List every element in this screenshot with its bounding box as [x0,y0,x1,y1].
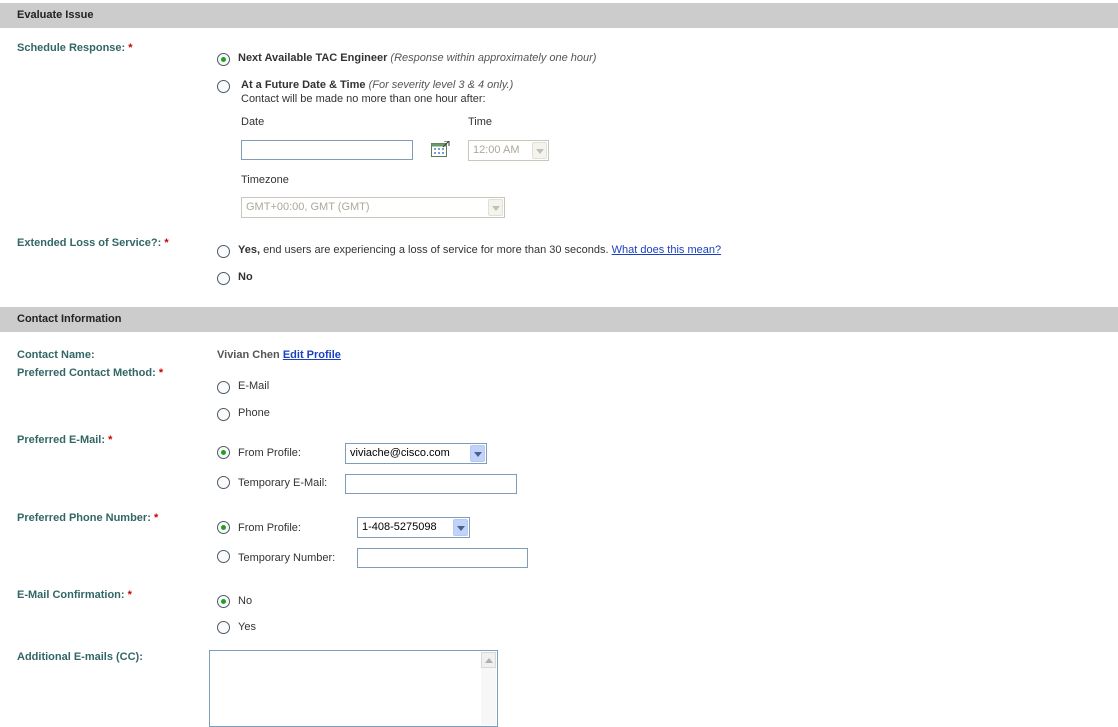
additional-emails-textarea[interactable] [209,650,498,727]
temporary-email-input[interactable] [345,474,517,494]
contact-name-value: Vivian Chen Edit Profile [217,349,341,361]
chevron-down-icon [453,519,468,536]
radio-extended-yes[interactable] [217,245,230,258]
additional-emails-label: Additional E-mails (CC): [17,651,143,663]
calendar-icon[interactable] [431,141,450,158]
schedule-response-label: Schedule Response: * [17,42,133,54]
option-phone-temporary: Temporary Number: [238,552,336,564]
edit-profile-link[interactable]: Edit Profile [283,349,341,361]
contact-name-label: Contact Name: [17,349,95,361]
what-does-this-mean-link[interactable]: What does this mean? [612,244,721,256]
required-marker: * [153,512,159,524]
radio-email-temporary[interactable] [217,476,230,489]
section-header-contact-information: Contact Information [0,307,1118,332]
timezone-label: Timezone [241,174,289,186]
phone-profile-select[interactable]: 1-408-5275098 [357,517,470,538]
required-marker: * [108,434,113,446]
option-extended-no: No [238,271,253,283]
radio-phone-from-profile[interactable] [217,521,230,534]
option-confirm-no: No [238,595,253,607]
preferred-email-label: Preferred E-Mail: * [17,434,113,446]
radio-future-date[interactable] [217,80,230,93]
option-next-available: Next Available TAC Engineer (Response wi… [238,52,597,64]
timezone-select[interactable]: GMT+00:00, GMT (GMT) [241,197,505,218]
radio-method-email[interactable] [217,381,230,394]
email-confirmation-label: E-Mail Confirmation: * [17,589,132,601]
scrollbar-track[interactable] [481,668,496,725]
email-profile-select[interactable]: viviache@cisco.com [345,443,487,464]
date-input[interactable] [241,140,413,160]
chevron-down-icon [470,445,485,462]
section-title: Evaluate Issue [17,9,94,21]
option-phone-from-profile: From Profile: [238,522,301,534]
preferred-phone-label: Preferred Phone Number: * [17,512,159,524]
required-marker: * [128,42,133,54]
future-date-subtext: Contact will be made no more than one ho… [241,93,486,105]
option-method-email: E-Mail [238,380,270,392]
scroll-up-icon[interactable] [481,652,496,668]
radio-confirm-yes[interactable] [217,621,230,634]
option-method-phone: Phone [238,407,270,419]
required-marker: * [127,589,132,601]
time-label: Time [468,116,493,128]
chevron-down-icon [532,142,547,159]
option-future-date: At a Future Date & Time (For severity le… [241,79,514,91]
time-select[interactable]: 12:00 AM [468,140,549,161]
option-confirm-yes: Yes [238,621,256,633]
temporary-phone-input[interactable] [357,548,528,568]
option-email-temporary: Temporary E-Mail: [238,477,328,489]
radio-phone-temporary[interactable] [217,550,230,563]
radio-email-from-profile[interactable] [217,446,230,459]
required-marker: * [164,237,169,249]
section-title: Contact Information [17,313,122,325]
option-email-from-profile: From Profile: [238,447,301,459]
option-extended-yes: Yes, end users are experiencing a loss o… [238,244,722,256]
section-header-evaluate-issue: Evaluate Issue [0,3,1118,28]
preferred-contact-method-label: Preferred Contact Method: * [17,367,164,379]
radio-confirm-no[interactable] [217,595,230,608]
radio-method-phone[interactable] [217,408,230,421]
radio-next-available[interactable] [217,53,230,66]
extended-loss-label: Extended Loss of Service?: * [17,237,169,249]
date-label: Date [241,116,265,128]
radio-extended-no[interactable] [217,272,230,285]
chevron-down-icon [488,199,503,216]
required-marker: * [158,367,164,379]
